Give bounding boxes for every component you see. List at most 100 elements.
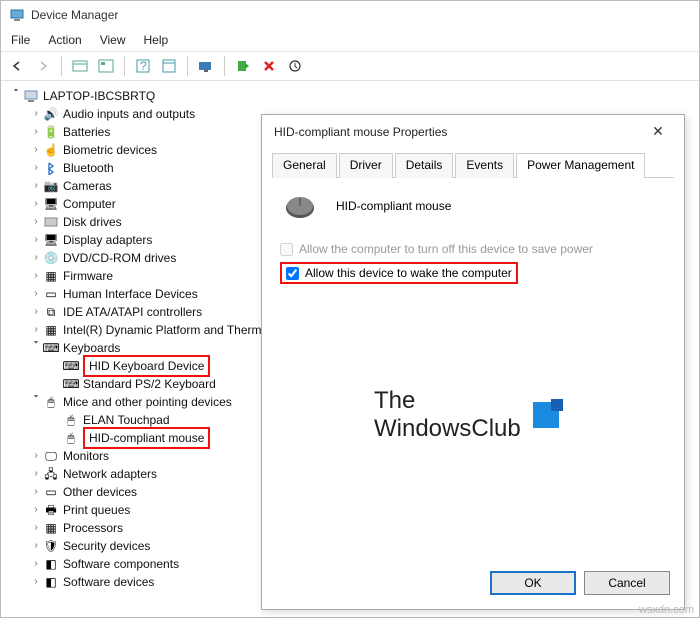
brand-line1: The [374, 387, 521, 415]
properties-dialog: HID-compliant mouse Properties ✕ General… [261, 114, 685, 610]
tab-details[interactable]: Details [395, 153, 454, 178]
option-label: Allow this device to wake the computer [305, 266, 512, 280]
tab-events[interactable]: Events [455, 153, 514, 178]
chevron-right-icon[interactable]: › [29, 285, 43, 303]
root-node[interactable]: 🢓 LAPTOP-IBCSBRTQ [9, 87, 699, 105]
chevron-right-icon[interactable]: › [29, 537, 43, 555]
tree-label: IDE ATA/ATAPI controllers [63, 303, 202, 321]
checkbox-allow-turnoff [280, 243, 293, 256]
bluetooth-icon [43, 160, 59, 176]
keyboard-icon: ⌨ [43, 340, 59, 356]
chevron-right-icon[interactable]: › [29, 321, 43, 339]
separator [187, 56, 188, 76]
root-label: LAPTOP-IBCSBRTQ [43, 87, 155, 105]
option-allow-wake[interactable]: Allow this device to wake the computer [286, 266, 512, 280]
chevron-right-icon[interactable]: › [29, 519, 43, 537]
chevron-right-icon[interactable]: › [29, 141, 43, 159]
ok-button[interactable]: OK [490, 571, 576, 595]
chevron-right-icon[interactable]: › [29, 249, 43, 267]
chevron-right-icon[interactable]: › [29, 465, 43, 483]
uninstall-button[interactable] [257, 55, 281, 77]
tree-label: Print queues [63, 501, 130, 519]
chevron-right-icon[interactable]: › [29, 501, 43, 519]
properties-button[interactable] [157, 55, 181, 77]
tree-label: Computer [63, 195, 116, 213]
tab-general[interactable]: General [272, 153, 337, 178]
display-icon: 🖥 [43, 232, 59, 248]
menu-view[interactable]: View [100, 33, 126, 47]
tree-label: Display adapters [63, 231, 152, 249]
chevron-right-icon[interactable]: › [29, 303, 43, 321]
menu-action[interactable]: Action [48, 33, 81, 47]
chevron-right-icon[interactable]: › [29, 231, 43, 249]
chevron-right-icon[interactable]: › [29, 483, 43, 501]
option-allow-turnoff: Allow the computer to turn off this devi… [280, 242, 666, 256]
chip-icon: ▦ [43, 322, 59, 338]
brand-watermark: The WindowsClub [374, 387, 614, 443]
option-label: Allow the computer to turn off this devi… [299, 242, 593, 256]
back-button[interactable] [5, 55, 29, 77]
cancel-button[interactable]: Cancel [584, 571, 670, 595]
chevron-right-icon[interactable]: › [29, 177, 43, 195]
update-driver-button[interactable] [283, 55, 307, 77]
tree-label: Audio inputs and outputs [63, 105, 195, 123]
show-hidden-button[interactable] [68, 55, 92, 77]
chevron-right-icon[interactable]: › [29, 105, 43, 123]
chevron-right-icon[interactable]: › [29, 447, 43, 465]
keyboard-icon: ⌨ [63, 376, 79, 392]
printer-icon: 🖶 [43, 502, 59, 518]
chevron-down-icon[interactable]: 🢓 [29, 393, 43, 411]
mouse-icon: 🖱 [63, 412, 79, 428]
chevron-right-icon[interactable]: › [29, 123, 43, 141]
title-bar: Device Manager [1, 1, 699, 29]
tree-label: Mice and other pointing devices [63, 393, 232, 411]
chevron-right-icon[interactable]: › [29, 159, 43, 177]
dialog-title: HID-compliant mouse Properties [274, 125, 447, 139]
dvd-icon: 💿 [43, 250, 59, 266]
fingerprint-icon: ☝ [43, 142, 59, 158]
separator [224, 56, 225, 76]
scan-button[interactable] [194, 55, 218, 77]
chevron-right-icon[interactable]: › [29, 555, 43, 573]
dialog-title-bar: HID-compliant mouse Properties ✕ [262, 115, 684, 148]
menu-help[interactable]: Help [144, 33, 169, 47]
menu-bar: File Action View Help [1, 29, 699, 52]
menu-file[interactable]: File [11, 33, 30, 47]
tree-label: Network adapters [63, 465, 157, 483]
chevron-down-icon[interactable]: 🢓 [9, 87, 23, 105]
monitor-icon: 🖵 [43, 448, 59, 464]
help-button[interactable]: ? [131, 55, 155, 77]
mouse-icon: 🖱 [43, 394, 59, 410]
tree-label: Monitors [63, 447, 109, 465]
chevron-right-icon[interactable]: › [29, 195, 43, 213]
view-button[interactable] [94, 55, 118, 77]
tab-power-management[interactable]: Power Management [516, 153, 645, 178]
forward-button[interactable] [31, 55, 55, 77]
mouse-icon [280, 192, 320, 220]
dialog-body: HID-compliant mouse Allow the computer t… [262, 178, 684, 298]
close-button[interactable]: ✕ [644, 123, 672, 140]
network-icon: 🖧 [43, 466, 59, 482]
chevron-down-icon[interactable]: 🢓 [29, 339, 43, 357]
tree-label: Processors [63, 519, 123, 537]
chevron-right-icon[interactable]: › [29, 573, 43, 591]
hid-icon: ▭ [43, 286, 59, 302]
ide-icon: ⧉ [43, 304, 59, 320]
chevron-right-icon[interactable]: › [29, 267, 43, 285]
tree-label: Security devices [63, 537, 150, 555]
tree-label: HID-compliant mouse [83, 427, 210, 449]
chevron-right-icon[interactable]: › [29, 213, 43, 231]
checkbox-allow-wake[interactable] [286, 267, 299, 280]
shield-icon: 🛡 [43, 538, 59, 554]
toolbar: ? [1, 52, 699, 81]
camera-icon: 📷 [43, 178, 59, 194]
tab-driver[interactable]: Driver [339, 153, 393, 178]
tree-label: HID Keyboard Device [83, 355, 210, 377]
dialog-buttons: OK Cancel [490, 571, 670, 595]
tab-strip: General Driver Details Events Power Mana… [272, 152, 674, 178]
tree-label: Biometric devices [63, 141, 157, 159]
software-icon: ◧ [43, 574, 59, 590]
enable-button[interactable] [231, 55, 255, 77]
firmware-icon: ▦ [43, 268, 59, 284]
separator [124, 56, 125, 76]
